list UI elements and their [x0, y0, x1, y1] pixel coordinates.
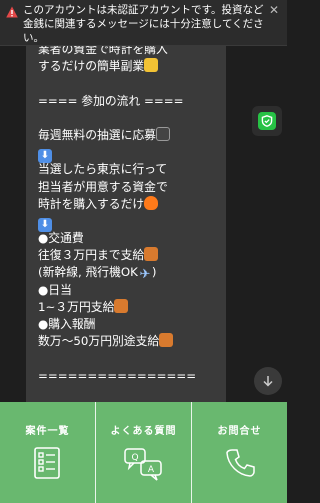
- message-line-text: (新幹線, 飛行機OK: [38, 265, 138, 280]
- message-line-text: ●日当: [38, 282, 72, 297]
- message-line-text: 担当者が用意する資金で: [38, 179, 168, 194]
- message-line: 数万～50万円別途支給: [38, 333, 238, 350]
- message-text: 業者の資金で時計を購入するだけの簡単副業 ==== 参加の流れ ==== 毎週無料の…: [38, 46, 238, 402]
- message-line: ●日当: [38, 282, 238, 299]
- phone-emoji-icon: [155, 126, 170, 141]
- message-line: 担当者が用意する資金で: [38, 179, 238, 196]
- message-line-text: 時計を購入するだけ: [38, 196, 145, 211]
- message-line-text: 当選したら東京に行って: [38, 162, 168, 177]
- message-line: 時計を購入するだけ: [38, 195, 238, 213]
- svg-text:Q: Q: [131, 453, 138, 463]
- banner-text: このアカウントは未認証アカウントです。投資など 金銭に関連するメッセージには十分…: [23, 4, 264, 44]
- message-line: ================: [38, 368, 238, 385]
- menu-item-contact[interactable]: お問合せ: [192, 402, 287, 503]
- checklist-icon: [33, 447, 60, 479]
- message-line: 当選したら東京に行って: [38, 161, 238, 178]
- gift-emoji-icon: [144, 247, 159, 262]
- message-line: [38, 110, 238, 127]
- message-line-text: 1~３万円支給: [38, 299, 115, 314]
- message-line: [38, 75, 238, 92]
- arrow-down-icon: [263, 376, 273, 387]
- message-line: [38, 350, 238, 367]
- message-line: 1~３万円支給: [38, 298, 238, 316]
- muscle-emoji-icon: [144, 58, 159, 73]
- message-line-text: するだけの簡単副業: [38, 59, 145, 74]
- rich-menu: 案件一覧 よくある質問 Q A お問合せ: [0, 402, 287, 503]
- qa-bubbles-icon: Q A: [123, 448, 162, 481]
- message-line-text: ==== 参加の流れ ====: [38, 93, 184, 108]
- menu-label: 案件一覧: [25, 426, 70, 437]
- message-line-text: 毎週無料の抽選に応募: [38, 127, 156, 142]
- menu-label: お問合せ: [217, 426, 262, 437]
- message-line-text: ●購入報酬: [38, 317, 96, 331]
- scroll-to-bottom-button[interactable]: [254, 367, 282, 395]
- message-line: 往復３万円まで支給: [38, 247, 238, 264]
- message-line-text: 業者の資金で時計を購入: [38, 46, 168, 56]
- message-line: ●購入報酬: [38, 316, 238, 333]
- close-icon[interactable]: ✕: [269, 3, 279, 17]
- fire-emoji-icon: [144, 195, 159, 210]
- message-line: ==== 参加の流れ ====: [38, 93, 238, 110]
- message-line-suffix: ): [151, 265, 157, 280]
- unverified-account-banner: このアカウントは未認証アカウントです。投資など 金銭に関連するメッセージには十分…: [0, 0, 287, 46]
- menu-item-case-list[interactable]: 案件一覧: [0, 402, 96, 503]
- warning-icon: [6, 6, 18, 18]
- message-line: するだけの簡単副業: [38, 58, 238, 75]
- shield-icon: [261, 115, 273, 127]
- message-line-text: ================: [38, 368, 197, 383]
- menu-label: よくある質問: [110, 426, 177, 437]
- message-line: ●交通費: [38, 230, 238, 247]
- message-line-text: 数万～50万円別途支給: [38, 334, 160, 349]
- chat-area[interactable]: 業者の資金で時計を購入するだけの簡単副業 ==== 参加の流れ ==== 毎週無料の…: [0, 46, 287, 402]
- message-line: ⬇: [38, 213, 238, 232]
- gift-emoji-icon: [114, 298, 129, 313]
- menu-item-faq[interactable]: よくある質問 Q A: [96, 402, 192, 503]
- shield-button[interactable]: [252, 106, 282, 136]
- phone-icon: [225, 449, 255, 477]
- message-line: [38, 385, 238, 402]
- message-line-text: ●交通費: [38, 231, 84, 246]
- message-line: ⬇: [38, 144, 238, 164]
- svg-text:A: A: [147, 465, 154, 475]
- airplane-emoji-icon: ✈: [139, 267, 151, 283]
- message-line-text: 往復３万円まで支給: [38, 248, 145, 263]
- message-line: (新幹線, 飛行機OK ✈): [38, 264, 238, 283]
- gift-emoji-icon: [159, 333, 174, 348]
- message-line: 業者の資金で時計を購入: [38, 46, 238, 58]
- message-line: 毎週無料の抽選に応募: [38, 126, 238, 144]
